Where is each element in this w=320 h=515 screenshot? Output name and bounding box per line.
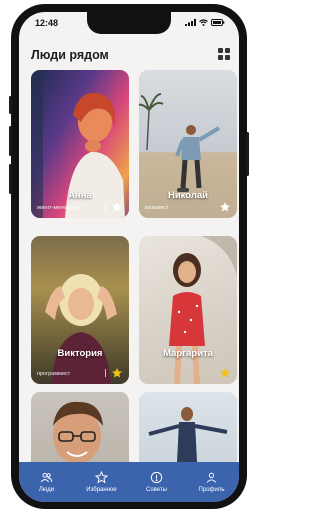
page-title: Люди рядом (31, 48, 109, 62)
battery-icon (211, 19, 225, 26)
nav-item-favorites[interactable]: Избранное (82, 471, 122, 493)
phone-side-button (9, 96, 12, 114)
status-time: 12:48 (35, 18, 59, 28)
person-photo (169, 236, 237, 384)
person-role: ивент-менеджер (37, 205, 80, 211)
nav-label: Люди (38, 487, 55, 493)
status-icons (185, 19, 225, 26)
phone-notch (87, 12, 171, 34)
nav-label: Избранное (86, 487, 117, 493)
person-photo (45, 274, 117, 384)
star-icon (95, 471, 108, 484)
star-icon[interactable] (219, 367, 231, 379)
wifi-icon (199, 19, 208, 26)
person-name: Виктория (57, 348, 103, 359)
person-card[interactable]: Анна ивент-менеджер (31, 70, 129, 218)
nav-label: Профиль (198, 487, 225, 493)
user-icon (206, 472, 217, 483)
person-role: программист (37, 371, 71, 377)
phone-side-button (9, 164, 12, 194)
nav-item-people[interactable]: Люди (27, 471, 67, 493)
phone-side-button (9, 126, 12, 156)
nav-item-profile[interactable]: Профиль (192, 471, 232, 493)
star-icon[interactable] (111, 367, 123, 379)
info-icon (150, 471, 163, 484)
person-card[interactable]: Виктория программист (31, 236, 129, 384)
signal-icon (185, 19, 196, 26)
person-name: Николай (167, 190, 209, 201)
page-header: Люди рядом (29, 44, 231, 66)
separator (105, 203, 106, 211)
separator (105, 369, 106, 377)
app-screen: 12:48 Люди рядом Анна ивент-менеджер Ник… (19, 12, 239, 502)
grid-icon[interactable] (217, 47, 231, 61)
person-role: визажист (145, 205, 169, 211)
person-name: Анна (68, 190, 92, 201)
person-card[interactable]: Николай визажист (139, 70, 237, 218)
people-grid: Анна ивент-менеджер Николай визажист Вик… (31, 70, 239, 492)
star-icon[interactable] (111, 201, 123, 213)
nav-item-tips[interactable]: Советы (137, 471, 177, 493)
phone-side-button (246, 132, 249, 176)
people-icon (40, 472, 53, 483)
nav-label: Советы (146, 487, 167, 493)
person-name: Маргарита (163, 348, 213, 359)
star-icon[interactable] (219, 201, 231, 213)
bottom-navigation: Люди Избранное Советы Профиль (19, 462, 239, 502)
person-card[interactable]: Маргарита (139, 236, 237, 384)
